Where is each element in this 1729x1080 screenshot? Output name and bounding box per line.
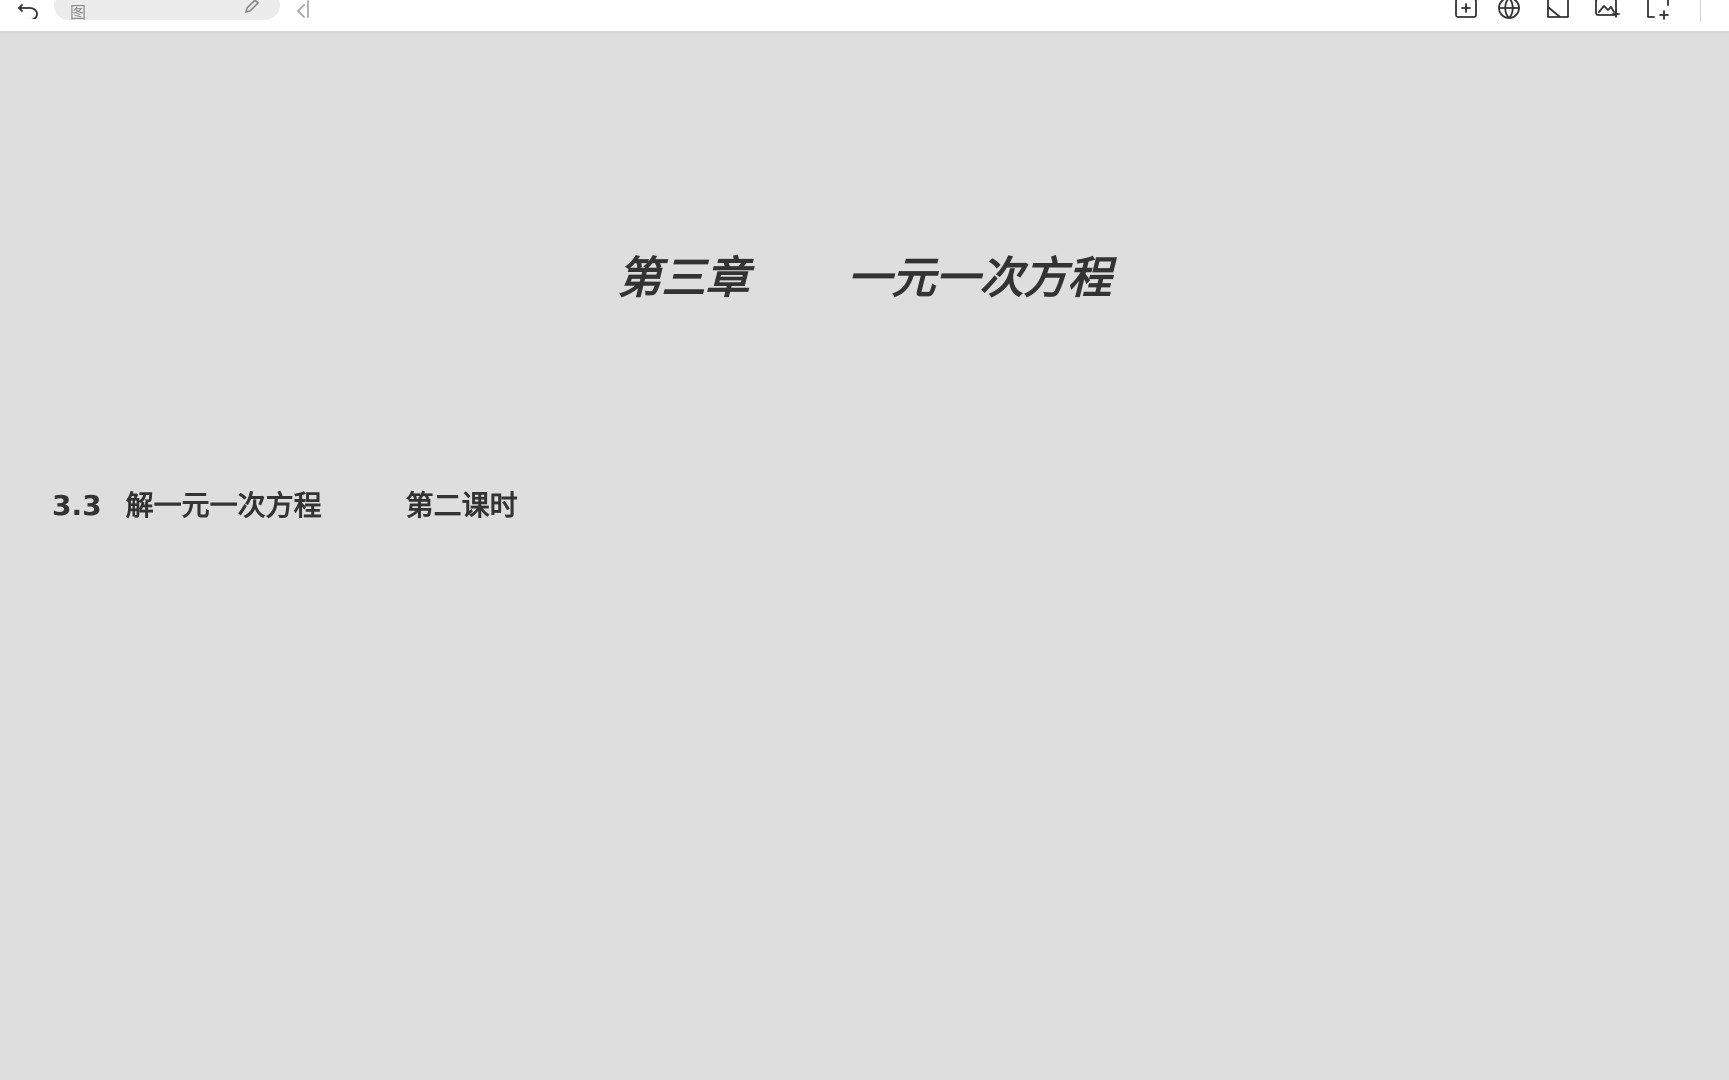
- insert-image-icon[interactable]: [1592, 0, 1622, 22]
- slide-canvas: 第三章 一元一次方程 3.3 解一元一次方程 第二课时: [0, 32, 1729, 1080]
- undo-icon[interactable]: [14, 0, 44, 22]
- edit-icon[interactable]: [243, 0, 261, 18]
- search-text: 图: [70, 3, 87, 22]
- section-name: 解一元一次方程: [125, 489, 322, 522]
- chapter-title: 第三章 一元一次方程: [0, 242, 1729, 306]
- chapter-label: 第三章: [617, 253, 750, 304]
- lesson-label: 第二课时: [405, 489, 518, 522]
- toolbar-divider: [1700, 0, 1701, 22]
- insert-frame-icon[interactable]: [1643, 0, 1673, 22]
- section-number: 3.3: [52, 489, 102, 522]
- shape-icon[interactable]: [1543, 0, 1573, 22]
- search-input[interactable]: 图: [54, 0, 280, 22]
- top-toolbar: 图: [0, 0, 1729, 32]
- insert-table-icon[interactable]: [1451, 0, 1481, 22]
- chapter-name: 一元一次方程: [847, 253, 1112, 304]
- section-heading: 3.3 解一元一次方程 第二课时: [52, 484, 518, 524]
- back-icon[interactable]: [288, 0, 318, 22]
- globe-icon[interactable]: [1494, 0, 1524, 22]
